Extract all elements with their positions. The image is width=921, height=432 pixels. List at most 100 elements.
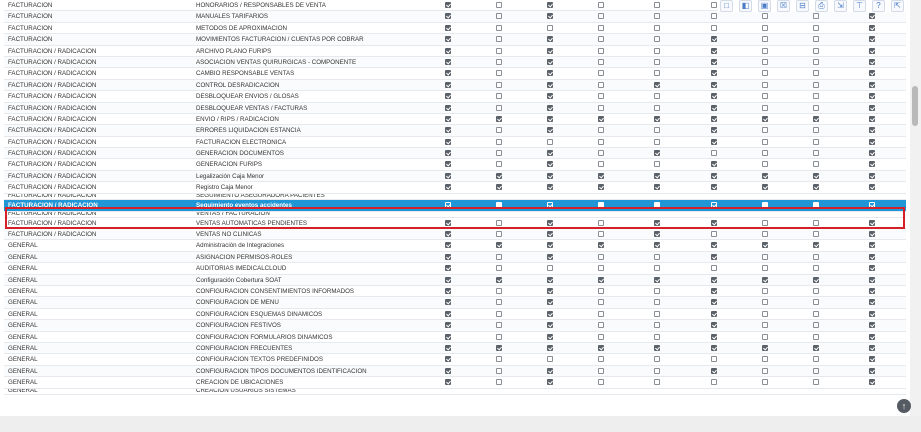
permission-checkbox[interactable] <box>762 333 768 340</box>
permission-checkbox[interactable] <box>547 47 553 54</box>
permission-checkbox[interactable] <box>445 379 451 386</box>
permission-checkbox[interactable] <box>496 265 502 272</box>
table-row[interactable]: FACTURACION / RADICACION GENERACION FURIP… <box>4 159 906 171</box>
table-row[interactable]: GENERAL CONFIGURACION DE MENU <box>4 297 906 309</box>
permission-checkbox[interactable] <box>711 24 717 31</box>
permission-checkbox[interactable] <box>869 322 875 329</box>
print-icon[interactable]: ⎙ <box>815 0 828 12</box>
permission-checkbox[interactable] <box>869 70 875 77</box>
permission-checkbox[interactable] <box>598 367 604 374</box>
permission-checkbox[interactable] <box>813 310 819 317</box>
permission-checkbox[interactable] <box>547 184 553 191</box>
permission-checkbox[interactable] <box>813 104 819 111</box>
permission-checkbox[interactable] <box>869 36 875 43</box>
permission-checkbox[interactable] <box>547 58 553 65</box>
permission-checkbox[interactable] <box>496 115 502 122</box>
permission-checkbox[interactable] <box>762 344 768 351</box>
permission-checkbox[interactable] <box>654 333 660 340</box>
permission-checkbox[interactable] <box>598 299 604 306</box>
permission-checkbox[interactable] <box>598 104 604 111</box>
permission-checkbox[interactable] <box>762 47 768 54</box>
table-row[interactable]: FACTURACION / RADICACION ARCHIVO PLANO FU… <box>4 45 906 57</box>
permission-checkbox[interactable] <box>445 161 451 168</box>
permission-checkbox[interactable] <box>496 36 502 43</box>
close-icon[interactable]: ☒ <box>777 0 790 12</box>
permission-checkbox[interactable] <box>496 172 502 179</box>
permission-checkbox[interactable] <box>445 231 451 238</box>
permission-checkbox[interactable] <box>598 379 604 386</box>
permission-checkbox[interactable] <box>598 287 604 294</box>
permission-checkbox[interactable] <box>813 201 819 208</box>
table-row[interactable]: FACTURACION / RADICACION ASOCIACION VENTA… <box>4 56 906 69</box>
permission-checkbox[interactable] <box>869 184 875 191</box>
permission-checkbox[interactable] <box>869 47 875 54</box>
table-row[interactable]: GENERAL CONFIGURACION CONSENTIMIENTOS INF… <box>4 285 906 298</box>
permission-checkbox[interactable] <box>445 253 451 260</box>
permission-checkbox[interactable] <box>654 253 660 260</box>
permission-checkbox[interactable] <box>762 161 768 168</box>
permission-checkbox[interactable] <box>445 310 451 317</box>
permission-checkbox[interactable] <box>762 81 768 88</box>
permission-checkbox[interactable] <box>547 344 553 351</box>
permission-checkbox[interactable] <box>547 333 553 340</box>
permission-checkbox[interactable] <box>813 379 819 386</box>
permission-checkbox[interactable] <box>445 201 451 208</box>
permission-checkbox[interactable] <box>496 13 502 20</box>
permission-checkbox[interactable] <box>654 367 660 374</box>
permission-checkbox[interactable] <box>496 287 502 294</box>
permission-checkbox[interactable] <box>869 81 875 88</box>
table-row[interactable]: FACTURACION / RADICACION CONTROL DESRADIC… <box>4 79 906 92</box>
table-row[interactable]: FACTURACION / RADICACION Legalización Caj… <box>4 170 906 183</box>
permission-checkbox[interactable] <box>496 104 502 111</box>
permission-checkbox[interactable] <box>711 58 717 65</box>
permission-checkbox[interactable] <box>496 24 502 31</box>
permission-checkbox[interactable] <box>496 379 502 386</box>
permission-checkbox[interactable] <box>711 2 717 8</box>
table-row[interactable]: GENERAL CONFIGURACION TIPOS DOCUMENTOS ID… <box>4 365 906 378</box>
permission-checkbox[interactable] <box>547 356 553 363</box>
permission-checkbox[interactable] <box>762 265 768 272</box>
permission-checkbox[interactable] <box>762 93 768 100</box>
permission-checkbox[interactable] <box>711 115 717 122</box>
permission-checkbox[interactable] <box>813 115 819 122</box>
permission-checkbox[interactable] <box>598 13 604 20</box>
permission-checkbox[interactable] <box>496 253 502 260</box>
table-row[interactable]: FACTURACION MANUALES TARIFARIOS <box>4 11 906 23</box>
permission-checkbox[interactable] <box>598 93 604 100</box>
table-row[interactable]: GENERAL CREACION USUARIOS SISTEMAS <box>4 388 906 395</box>
permission-checkbox[interactable] <box>445 2 451 8</box>
permission-checkbox[interactable] <box>496 276 502 283</box>
permission-checkbox[interactable] <box>496 219 502 226</box>
permission-checkbox[interactable] <box>654 58 660 65</box>
permission-checkbox[interactable] <box>762 219 768 226</box>
permission-checkbox[interactable] <box>598 276 604 283</box>
permission-checkbox[interactable] <box>762 24 768 31</box>
permission-checkbox[interactable] <box>547 70 553 77</box>
permission-checkbox[interactable] <box>598 219 604 226</box>
permission-checkbox[interactable] <box>711 253 717 260</box>
permission-checkbox[interactable] <box>711 70 717 77</box>
scroll-top-button[interactable]: ↑ <box>897 399 911 413</box>
permission-checkbox[interactable] <box>547 367 553 374</box>
permission-checkbox[interactable] <box>711 379 717 386</box>
permission-checkbox[interactable] <box>547 219 553 226</box>
permission-checkbox[interactable] <box>547 138 553 145</box>
permission-checkbox[interactable] <box>445 299 451 306</box>
permission-checkbox[interactable] <box>869 299 875 306</box>
permission-checkbox[interactable] <box>445 242 451 249</box>
permission-checkbox[interactable] <box>496 2 502 8</box>
permission-checkbox[interactable] <box>445 172 451 179</box>
permission-checkbox[interactable] <box>547 81 553 88</box>
permission-checkbox[interactable] <box>762 322 768 329</box>
permission-checkbox[interactable] <box>547 36 553 43</box>
permission-checkbox[interactable] <box>711 93 717 100</box>
new-icon[interactable]: □ <box>720 0 733 12</box>
permission-checkbox[interactable] <box>711 333 717 340</box>
permission-checkbox[interactable] <box>445 104 451 111</box>
permission-checkbox[interactable] <box>496 231 502 238</box>
table-row[interactable]: FACTURACION / RADICACION DESBLOQUEAR ENVI… <box>4 91 906 103</box>
permission-checkbox[interactable] <box>445 276 451 283</box>
permission-checkbox[interactable] <box>547 310 553 317</box>
permission-checkbox[interactable] <box>547 322 553 329</box>
permission-checkbox[interactable] <box>711 322 717 329</box>
